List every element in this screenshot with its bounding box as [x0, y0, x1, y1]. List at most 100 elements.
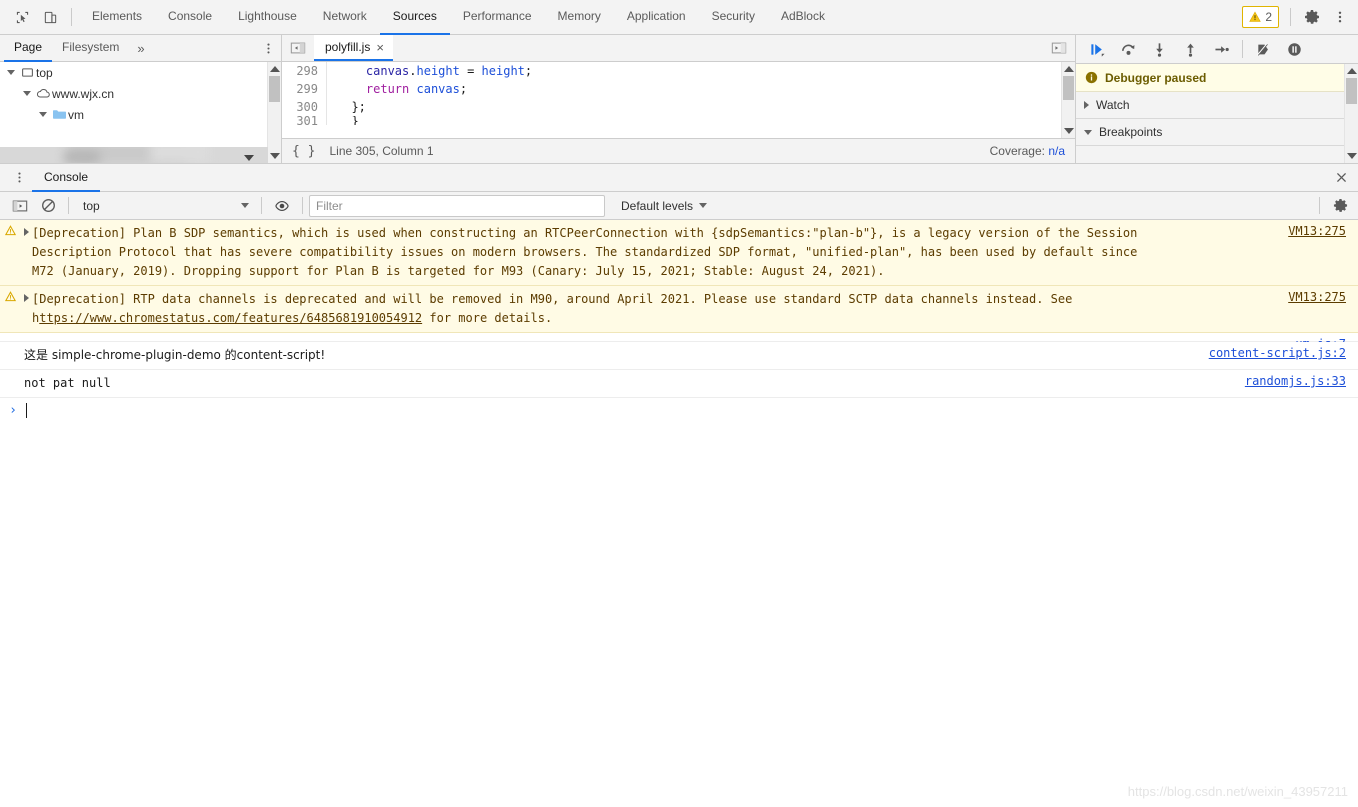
- step-over-button[interactable]: [1113, 36, 1144, 62]
- tab-elements[interactable]: Elements: [79, 0, 155, 35]
- log-levels-selector[interactable]: Default levels: [613, 195, 715, 217]
- line-number: 300: [296, 100, 318, 114]
- console-message-log[interactable]: not pat null randomjs.js:33: [0, 370, 1358, 398]
- scroll-down-arrow-icon[interactable]: [1063, 128, 1074, 134]
- navigator-more-tabs-icon[interactable]: »: [129, 41, 152, 56]
- expand-triangle-icon[interactable]: [20, 91, 34, 96]
- editor-tab-label: polyfill.js: [325, 40, 371, 54]
- console-message-log[interactable]: um.js:7: [0, 333, 1358, 351]
- chevron-down-icon[interactable]: [699, 203, 708, 208]
- tree-item-domain[interactable]: www.wjx.cn: [0, 83, 281, 104]
- tab-console[interactable]: Console: [155, 0, 225, 35]
- drawer-kebab-icon[interactable]: [6, 171, 32, 184]
- expand-arrow-icon[interactable]: [20, 220, 32, 285]
- tab-adblock[interactable]: AdBlock: [768, 0, 838, 35]
- tree-item-top[interactable]: top: [0, 62, 281, 83]
- chevron-down-icon[interactable]: [1084, 129, 1092, 135]
- console-message-warning[interactable]: [Deprecation] Plan B SDP semantics, whic…: [0, 220, 1358, 286]
- scroll-down-arrow-icon[interactable]: [269, 153, 280, 159]
- expand-triangle-icon[interactable]: [4, 70, 18, 75]
- scrollbar-thumb[interactable]: [1346, 78, 1357, 104]
- code-lines[interactable]: 298 canvas.height = height; 299 return c…: [282, 62, 1061, 138]
- warning-count-badge[interactable]: 2: [1242, 6, 1279, 28]
- code-token: ;: [459, 82, 468, 96]
- console-message-source-link[interactable]: randomjs.js:33: [1245, 374, 1346, 388]
- debugger-divider: [1242, 40, 1243, 58]
- paused-message-label: Debugger paused: [1105, 70, 1207, 85]
- tab-label: Performance: [462, 9, 532, 23]
- code-token: canvas: [365, 64, 410, 78]
- editor-more-tabs-icon[interactable]: [1043, 35, 1075, 61]
- console-settings-gear-icon[interactable]: [1326, 194, 1354, 218]
- tree-item-vm-folder[interactable]: vm: [0, 104, 281, 125]
- drawer-tab-console[interactable]: Console: [32, 164, 101, 192]
- console-message-text: not pat null: [24, 376, 111, 390]
- file-tree-vertical-scrollbar[interactable]: [267, 62, 281, 163]
- tree-item-label: www.wjx.cn: [52, 86, 115, 101]
- nav-tab-filesystem[interactable]: Filesystem: [52, 35, 129, 62]
- tab-application[interactable]: Application: [614, 0, 699, 35]
- console-message-list[interactable]: [Deprecation] Plan B SDP semantics, whic…: [0, 220, 1358, 807]
- console-message-source-link[interactable]: content-script.js:2: [1209, 346, 1346, 360]
- tab-memory[interactable]: Memory: [545, 0, 614, 35]
- file-tree-horizontal-scrollbar[interactable]: [0, 147, 268, 163]
- scroll-right-arrow-icon[interactable]: [244, 155, 254, 161]
- execution-context-selector[interactable]: top: [75, 195, 255, 217]
- tab-sources[interactable]: Sources: [379, 0, 450, 35]
- chevron-down-icon[interactable]: [241, 203, 249, 208]
- close-drawer-icon[interactable]: [1324, 171, 1358, 184]
- console-sidebar-icon[interactable]: [6, 194, 34, 218]
- main-menu-kebab-icon[interactable]: [1326, 4, 1354, 30]
- log-levels-value: Default levels: [621, 198, 694, 213]
- blurred-region: [64, 151, 100, 163]
- tab-lighthouse[interactable]: Lighthouse: [225, 0, 310, 35]
- console-prompt[interactable]: ›: [0, 398, 1358, 422]
- tab-network[interactable]: Network: [310, 0, 380, 35]
- scroll-up-arrow-icon[interactable]: [269, 66, 280, 72]
- message-url-link[interactable]: ttps://www.chromestatus.com/features/648…: [39, 311, 422, 325]
- step-out-button[interactable]: [1175, 36, 1206, 62]
- live-expression-icon[interactable]: [268, 194, 296, 218]
- clear-console-icon[interactable]: [34, 194, 62, 218]
- editor-vertical-scrollbar[interactable]: [1061, 62, 1075, 138]
- tab-performance[interactable]: Performance: [450, 0, 545, 35]
- tab-label: Lighthouse: [238, 9, 297, 23]
- warning-triangle-icon: [0, 220, 20, 285]
- console-message-log[interactable]: 这是 simple-chrome-plugin-demo 的content-sc…: [0, 342, 1358, 370]
- navigator-kebab-icon[interactable]: [255, 42, 281, 55]
- section-label: Watch: [1096, 98, 1130, 112]
- close-icon[interactable]: ×: [376, 41, 384, 54]
- editor-tab-polyfill-js[interactable]: polyfill.js ×: [314, 35, 393, 61]
- tab-label: Network: [322, 9, 367, 23]
- resume-button[interactable]: [1082, 36, 1113, 62]
- device-toolbar-icon[interactable]: [36, 4, 64, 30]
- pretty-print-icon[interactable]: { }: [292, 144, 315, 159]
- scroll-up-arrow-icon[interactable]: [1346, 68, 1357, 74]
- debugger-section-watch[interactable]: Watch: [1076, 92, 1358, 119]
- expand-arrow-icon[interactable]: [20, 286, 32, 332]
- step-into-button[interactable]: [1144, 36, 1175, 62]
- code-editor[interactable]: 298 canvas.height = height; 299 return c…: [282, 62, 1075, 138]
- console-message-source-link[interactable]: VM13:275: [1288, 224, 1346, 238]
- debugger-vertical-scrollbar[interactable]: [1344, 64, 1358, 163]
- console-message-source-link[interactable]: VM13:275: [1288, 290, 1346, 304]
- navigator-toggle-icon[interactable]: [282, 35, 314, 61]
- scroll-up-arrow-icon[interactable]: [1063, 66, 1074, 72]
- filter-input[interactable]: [309, 194, 605, 217]
- step-button[interactable]: [1206, 36, 1237, 62]
- console-message-warning[interactable]: [Deprecation] RTP data channels is depre…: [0, 286, 1358, 333]
- settings-gear-icon[interactable]: [1298, 4, 1326, 30]
- tab-security[interactable]: Security: [699, 0, 768, 35]
- scrollbar-thumb[interactable]: [269, 76, 280, 102]
- expand-triangle-icon[interactable]: [36, 112, 50, 117]
- pause-on-exceptions-button[interactable]: [1279, 36, 1310, 62]
- scrollbar-thumb[interactable]: [1063, 76, 1074, 100]
- scroll-down-arrow-icon[interactable]: [1346, 153, 1357, 159]
- debugger-section-breakpoints[interactable]: Breakpoints: [1076, 119, 1358, 146]
- inspect-cursor-icon[interactable]: [8, 4, 36, 30]
- nav-tab-page[interactable]: Page: [4, 35, 53, 62]
- console-toolbar-divider-4: [1319, 197, 1320, 214]
- chevron-right-icon[interactable]: [1084, 101, 1089, 109]
- deactivate-breakpoints-button[interactable]: [1248, 36, 1279, 62]
